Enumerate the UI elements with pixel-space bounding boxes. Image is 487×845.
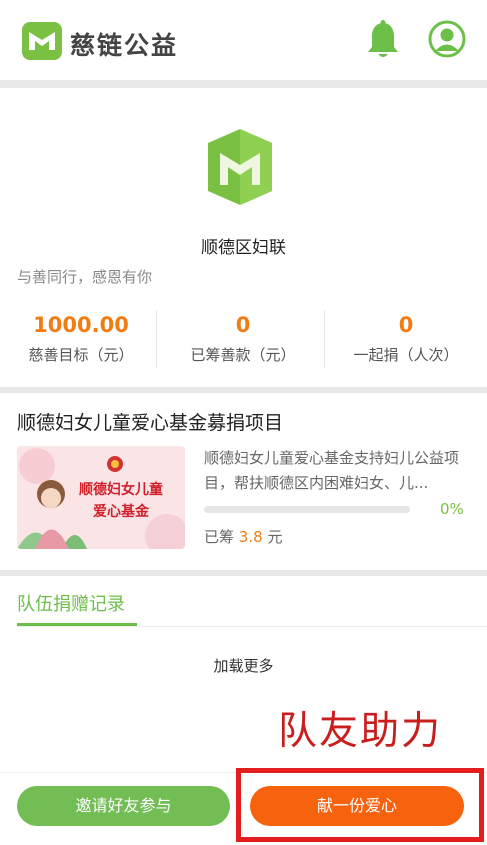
stat-donors-value: 0 bbox=[398, 313, 414, 337]
stat-raised-value: 0 bbox=[235, 313, 251, 337]
raised-prefix: 已筹 bbox=[204, 528, 235, 546]
stat-raised-label: 已筹善款（元） bbox=[190, 346, 296, 364]
invite-friends-button[interactable]: 邀请好友参与 bbox=[17, 786, 230, 826]
project-progress-percent: 0% bbox=[440, 500, 464, 518]
section-divider bbox=[0, 80, 487, 88]
brand-name: 慈链公益 bbox=[70, 31, 179, 60]
project-illustration: 顺德妇女儿童 爱心基金 bbox=[17, 446, 185, 549]
project-progress-bar bbox=[204, 506, 410, 513]
annotation-text: 队友助力 bbox=[278, 709, 443, 754]
bell-icon[interactable] bbox=[366, 20, 400, 60]
project-title[interactable]: 顺德妇女儿童爱心基金募捐项目 bbox=[17, 408, 283, 435]
tab-baseline bbox=[17, 626, 487, 627]
project-description: 顺德妇女儿童爱心基金支持妇儿公益项目，帮扶顺德区内困难妇女、儿... bbox=[204, 449, 460, 492]
annotation-highlight-box bbox=[236, 768, 484, 842]
project-image[interactable]: 顺德妇女儿童 爱心基金 bbox=[17, 446, 185, 549]
org-name: 顺德区妇联 bbox=[201, 238, 286, 258]
user-icon[interactable] bbox=[428, 20, 466, 58]
project-raised: 已筹 3.8 元 bbox=[204, 526, 282, 547]
brand-logo-icon bbox=[22, 22, 62, 60]
load-more-link[interactable]: 加载更多 bbox=[0, 655, 487, 676]
section-divider bbox=[0, 387, 487, 393]
org-logo-icon bbox=[208, 129, 272, 205]
stat-divider bbox=[156, 310, 157, 368]
stat-donors: 0 一起捐（人次） bbox=[325, 312, 487, 365]
stat-target-label: 慈善目标（元） bbox=[28, 346, 134, 364]
stat-target-value: 1000.00 bbox=[33, 313, 129, 337]
section-divider bbox=[0, 570, 487, 576]
tab-team-donations[interactable]: 队伍捐赠记录 bbox=[17, 590, 125, 616]
project-image-text-line1: 顺德妇女儿童 bbox=[79, 481, 163, 498]
stat-donors-label: 一起捐（人次） bbox=[353, 346, 459, 364]
org-slogan: 与善同行，感恩有你 bbox=[17, 268, 153, 286]
project-image-text-line2: 爱心基金 bbox=[93, 503, 150, 520]
raised-amount: 3.8 bbox=[238, 528, 263, 546]
raised-unit: 元 bbox=[267, 528, 283, 546]
stat-raised: 0 已筹善款（元） bbox=[162, 312, 324, 365]
stat-target: 1000.00 慈善目标（元） bbox=[0, 312, 162, 365]
app-header: 慈链公益 bbox=[0, 0, 487, 80]
tab-active-indicator bbox=[17, 623, 137, 626]
